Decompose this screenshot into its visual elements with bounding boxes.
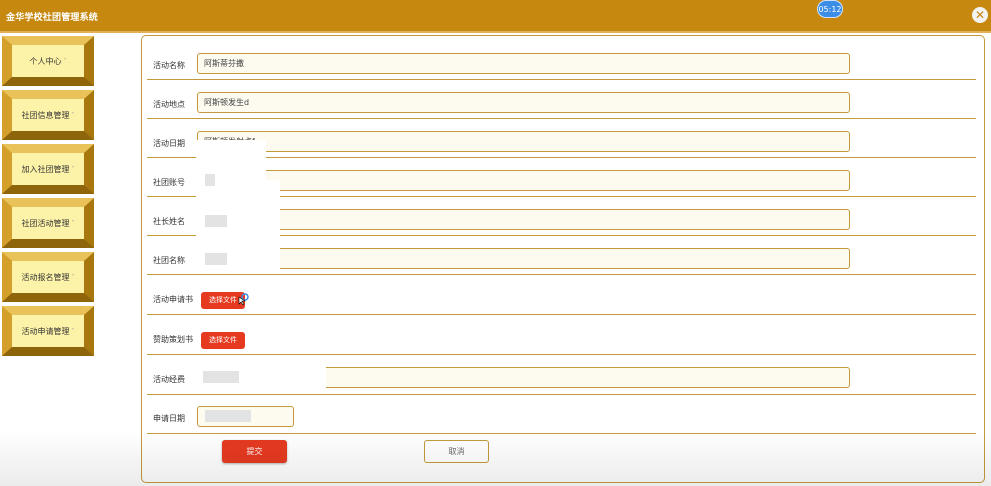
row-divider xyxy=(147,433,976,434)
sidebar-item-label: 活动申请管理 xyxy=(21,326,70,336)
chevron-down-icon: ˅ xyxy=(63,57,67,65)
activity-date-input[interactable]: 阿斯顿发射点f xyxy=(197,131,850,152)
header-divider xyxy=(0,31,991,33)
row-divider xyxy=(147,314,976,315)
sidebar-item-activity-signup[interactable]: 活动报名管理 ˅ xyxy=(2,252,94,302)
club-name-input[interactable] xyxy=(197,248,850,269)
chevron-down-icon: ˅ xyxy=(71,165,75,173)
field-label-activity-date: 活动日期 xyxy=(153,139,185,148)
activity-name-input[interactable]: 阿斯蒂芬撒 xyxy=(197,53,850,74)
top-bar: 金华学校社团管理系统 05:12 ✕ xyxy=(0,0,991,31)
row-divider xyxy=(147,118,976,119)
choose-file-button[interactable]: 选择文件 xyxy=(201,332,245,349)
chevron-down-icon: ˅ xyxy=(71,327,75,335)
field-label-activity-location: 活动地点 xyxy=(153,100,185,109)
field-label-club-name: 社团名称 xyxy=(153,256,185,265)
sidebar-item-label: 活动报名管理 xyxy=(21,272,70,282)
field-label-president-name: 社长姓名 xyxy=(153,217,185,226)
sidebar-item-personal-center[interactable]: 个人中心 ˅ xyxy=(2,36,94,86)
cancel-button[interactable]: 取消 xyxy=(424,440,489,463)
submit-button[interactable]: 提交 xyxy=(222,440,287,463)
app-title: 金华学校社团管理系统 xyxy=(6,13,99,23)
row-divider xyxy=(147,394,976,395)
sidebar-item-label: 加入社团管理 xyxy=(21,164,70,174)
sidebar-item-club-activity[interactable]: 社团活动管理 ˅ xyxy=(2,198,94,248)
sidebar-item-label: 社团活动管理 xyxy=(21,218,70,228)
row-divider xyxy=(147,354,976,355)
chevron-down-icon: ˅ xyxy=(71,273,75,281)
field-label-sponsorship-plan: 赞助策划书 xyxy=(153,335,193,344)
redaction-mask xyxy=(205,174,215,186)
row-divider xyxy=(147,274,976,275)
field-label-club-account: 社团账号 xyxy=(153,178,185,187)
redaction-mask xyxy=(203,371,239,383)
cursor-icon xyxy=(238,293,249,305)
field-label-activity-name: 活动名称 xyxy=(153,61,185,70)
chevron-down-icon: ˅ xyxy=(71,219,75,227)
sidebar-item-club-info[interactable]: 社团信息管理 ˅ xyxy=(2,90,94,140)
sidebar-item-activity-application[interactable]: 活动申请管理 ˅ xyxy=(2,306,94,356)
sidebar-item-join-club[interactable]: 加入社团管理 ˅ xyxy=(2,144,94,194)
redaction-mask xyxy=(205,253,227,265)
chevron-down-icon: ˅ xyxy=(71,111,75,119)
field-label-application-date: 申请日期 xyxy=(153,414,185,423)
redaction-mask xyxy=(230,180,280,270)
clock-badge: 05:12 xyxy=(817,0,843,18)
president-name-input[interactable] xyxy=(197,209,850,230)
redaction-mask xyxy=(205,410,251,422)
club-account-input[interactable] xyxy=(197,170,850,191)
sidebar-item-label: 个人中心 xyxy=(29,56,62,66)
field-label-application-doc: 活动申请书 xyxy=(153,295,193,304)
field-label-activity-budget: 活动经费 xyxy=(153,375,185,384)
close-icon[interactable]: ✕ xyxy=(972,7,988,23)
row-divider xyxy=(147,79,976,80)
redaction-mask xyxy=(205,215,227,227)
sidebar-item-label: 社团信息管理 xyxy=(21,110,70,120)
row-divider xyxy=(147,157,976,158)
activity-location-input[interactable]: 阿斯顿发生d xyxy=(197,92,850,113)
